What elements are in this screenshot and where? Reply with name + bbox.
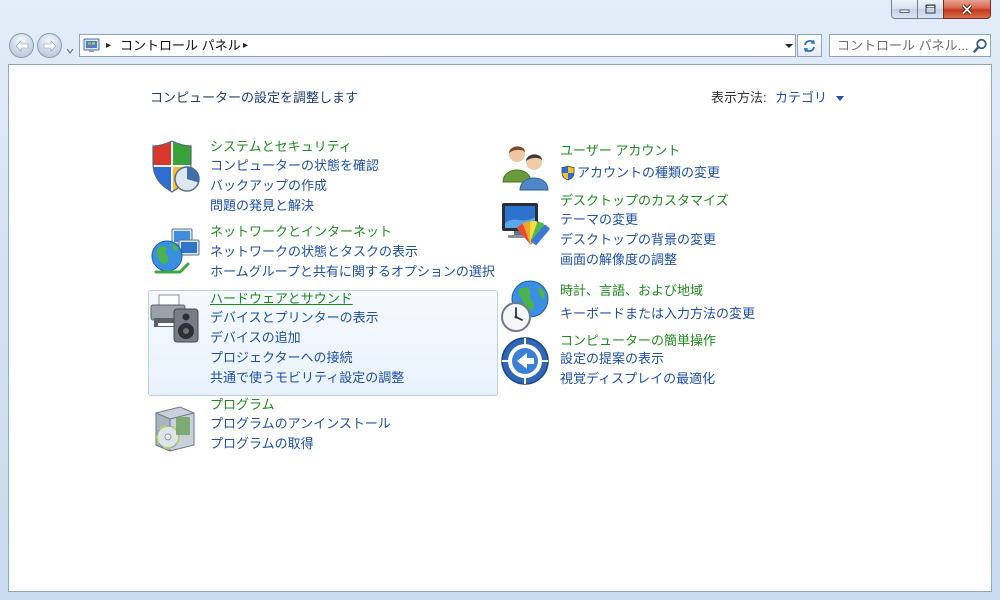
minimize-button[interactable]	[891, 0, 918, 19]
clock-globe-icon[interactable]	[500, 279, 552, 333]
refresh-button[interactable]	[797, 34, 822, 57]
chevron-down-icon	[66, 48, 74, 54]
link-get-programs[interactable]: プログラムの取得	[210, 434, 314, 454]
search-box[interactable]	[829, 34, 991, 57]
close-icon	[961, 3, 973, 15]
programs-box-icon[interactable]	[150, 401, 202, 453]
security-shield-icon[interactable]	[150, 139, 202, 195]
link-network-status-tasks[interactable]: ネットワークの状態とタスクの表示	[210, 242, 418, 262]
breadcrumb-control-panel[interactable]: コントロール パネル	[120, 36, 241, 55]
link-add-device[interactable]: デバイスの追加	[210, 328, 301, 348]
address-dropdown-button[interactable]	[783, 38, 795, 53]
maximize-icon	[925, 4, 936, 14]
view-by-dropdown[interactable]: カテゴリ	[775, 88, 845, 108]
uac-shield-icon	[561, 165, 575, 181]
printer-speaker-icon[interactable]	[150, 293, 202, 345]
category-system-security[interactable]: システムとセキュリティ	[210, 137, 352, 157]
view-by-value: カテゴリ	[775, 90, 828, 105]
chevron-down-icon	[785, 44, 793, 48]
forward-button[interactable]	[37, 33, 62, 58]
back-arrow-icon	[15, 39, 28, 52]
minimize-icon	[899, 9, 910, 13]
control-panel-window: ▸ コントロール パネル ▸ コンピューターの設定を調整します 表示方法: カテ…	[0, 0, 1000, 600]
address-bar[interactable]: ▸ コントロール パネル ▸	[79, 34, 796, 57]
content-pane: コンピューターの設定を調整します 表示方法: カテゴリ システムとセキュリティ …	[8, 64, 992, 592]
category-ease-of-access[interactable]: コンピューターの簡単操作	[560, 331, 716, 351]
link-suggested-settings[interactable]: 設定の提案の表示	[560, 349, 664, 369]
link-optimize-visual-display[interactable]: 視覚ディスプレイの最適化	[560, 369, 715, 389]
maximize-button[interactable]	[917, 0, 944, 19]
page-title: コンピューターの設定を調整します	[150, 90, 359, 105]
link-change-keyboard-input[interactable]: キーボードまたは入力方法の変更	[560, 304, 755, 324]
link-homegroup-sharing-options[interactable]: ホームグループと共有に関するオプションの選択	[210, 262, 495, 282]
search-input[interactable]	[837, 36, 969, 55]
category-desktop-customization[interactable]: デスクトップのカスタマイズ	[560, 191, 729, 211]
control-panel-icon	[83, 38, 100, 52]
forward-arrow-icon	[43, 39, 56, 52]
ease-of-access-icon[interactable]	[500, 335, 552, 387]
chevron-down-icon	[835, 96, 844, 101]
link-check-computer-status[interactable]: コンピューターの状態を確認	[210, 156, 379, 176]
user-accounts-icon[interactable]	[500, 140, 552, 192]
category-network-internet[interactable]: ネットワークとインターネット	[210, 222, 392, 242]
breadcrumb-separator[interactable]: ▸	[243, 37, 248, 54]
link-find-fix-problems[interactable]: 問題の発見と解決	[210, 196, 314, 216]
category-clock-language-region[interactable]: 時計、言語、および地域	[560, 281, 703, 301]
refresh-icon	[804, 39, 815, 52]
category-hardware-sound[interactable]: ハードウェアとサウンド	[210, 289, 353, 309]
search-icon[interactable]	[973, 38, 988, 53]
link-connect-projector[interactable]: プロジェクターへの接続	[210, 348, 352, 368]
link-adjust-screen-resolution[interactable]: 画面の解像度の調整	[560, 250, 677, 270]
link-change-account-type[interactable]: アカウントの種類の変更	[577, 163, 720, 183]
back-button[interactable]	[9, 33, 34, 58]
category-user-accounts[interactable]: ユーザー アカウント	[560, 141, 680, 161]
category-programs[interactable]: プログラム	[210, 395, 275, 415]
link-create-backup[interactable]: バックアップの作成	[210, 176, 327, 196]
desktop-palette-icon[interactable]	[500, 199, 552, 249]
link-uninstall-program[interactable]: プログラムのアンインストール	[210, 414, 391, 434]
link-devices-printers[interactable]: デバイスとプリンターの表示	[210, 308, 379, 328]
recent-pages-button[interactable]	[65, 42, 75, 54]
breadcrumb-separator[interactable]: ▸	[106, 37, 111, 54]
link-change-desktop-background[interactable]: デスクトップの背景の変更	[560, 230, 716, 250]
close-button[interactable]	[943, 0, 991, 19]
network-globe-icon[interactable]	[150, 226, 202, 278]
link-mobility-settings[interactable]: 共通で使うモビリティ設定の調整	[210, 368, 404, 388]
link-change-theme[interactable]: テーマの変更	[560, 210, 638, 230]
view-by-label: 表示方法:	[711, 90, 767, 105]
